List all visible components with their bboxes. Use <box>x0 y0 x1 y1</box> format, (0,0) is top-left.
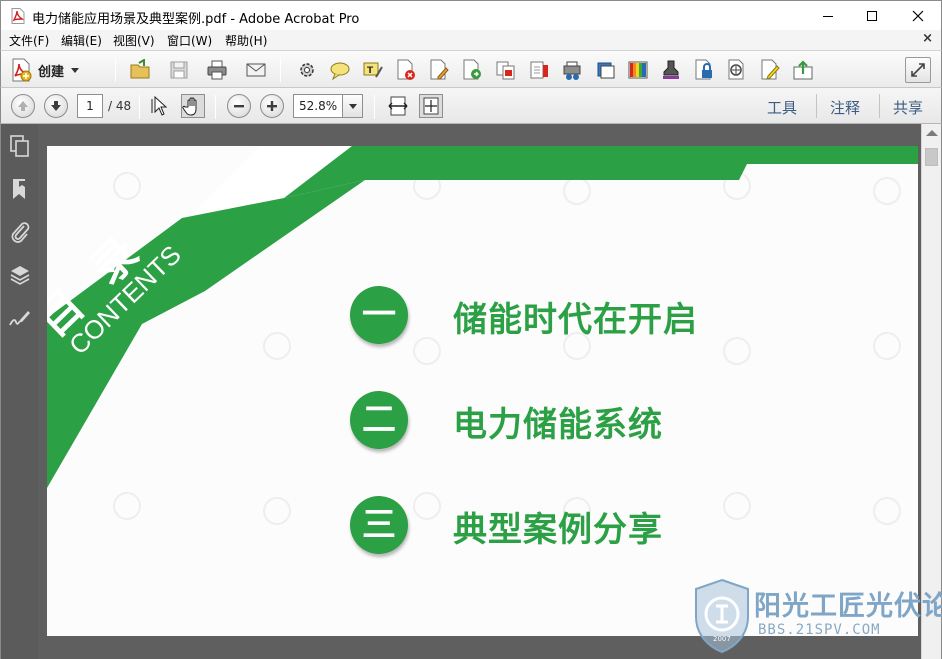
minimize-icon <box>823 16 833 17</box>
open-folder-icon[interactable] <box>129 59 151 81</box>
fit-width-icon[interactable] <box>387 95 409 117</box>
expand-icon <box>911 63 925 77</box>
edit-pdf-icon[interactable] <box>428 59 450 81</box>
title-bar: 电力储能应用场景及典型案例.pdf - Adobe Acrobat Pro <box>0 0 942 30</box>
fit-page-icon[interactable] <box>419 94 443 118</box>
plus-icon <box>267 101 277 111</box>
combine-icon[interactable] <box>495 59 517 81</box>
toolbar-divider <box>280 58 281 82</box>
toolbar-divider <box>215 95 216 119</box>
main-toolbar: 创建 T <box>0 50 942 88</box>
share-icon[interactable] <box>792 59 814 81</box>
stamp-icon[interactable] <box>660 59 682 81</box>
logo-year: 2007 <box>713 635 731 643</box>
menu-bar: 文件(F) 编辑(E) 视图(V) 窗口(W) 帮助(H) × <box>0 30 942 50</box>
protect-icon[interactable] <box>693 59 715 81</box>
chevron-down-icon <box>348 103 357 109</box>
create-pdf-icon <box>12 58 32 82</box>
export-pdf-icon[interactable] <box>461 59 483 81</box>
scroll-up-arrow-icon[interactable] <box>926 130 938 136</box>
toc-number-badge: 二 <box>350 391 408 449</box>
highlight-icon[interactable]: T <box>362 59 384 81</box>
toolbar-divider <box>816 94 817 118</box>
arrow-up-icon <box>18 101 28 111</box>
page-thumbnails-icon[interactable] <box>8 134 32 158</box>
watermark-title: 阳光工匠光伏论坛 <box>754 591 942 622</box>
comment-pane-link[interactable]: 注释 <box>830 97 860 118</box>
color-bars-icon[interactable] <box>627 59 649 81</box>
maximize-button[interactable] <box>849 1 895 31</box>
scrollbar-thumb[interactable] <box>925 148 938 166</box>
crop-icon[interactable] <box>594 59 616 81</box>
previous-page-button[interactable] <box>11 94 35 118</box>
close-document-button[interactable]: × <box>922 31 933 46</box>
maximize-icon <box>867 11 877 21</box>
attachments-icon[interactable] <box>8 220 32 244</box>
toolbar-divider <box>139 95 140 119</box>
menu-window[interactable]: 窗口(W) <box>167 32 212 49</box>
settings-gear-icon[interactable] <box>296 59 318 81</box>
share-pane-link[interactable]: 共享 <box>893 97 923 118</box>
email-icon[interactable] <box>245 59 267 81</box>
zoom-dropdown-button[interactable] <box>342 94 363 118</box>
menu-view[interactable]: 视图(V) <box>113 32 155 49</box>
chevron-down-icon <box>71 67 80 73</box>
toc-number-badge: 三 <box>350 496 408 554</box>
page-number-input[interactable]: 1 <box>77 94 103 118</box>
minus-icon <box>234 105 244 108</box>
menu-help[interactable]: 帮助(H) <box>225 32 267 49</box>
menu-edit[interactable]: 编辑(E) <box>61 32 102 49</box>
shield-logo-icon: 2007 <box>695 578 749 654</box>
sign-icon[interactable] <box>759 59 781 81</box>
page-count: / 48 <box>108 99 132 113</box>
print-production-icon[interactable] <box>561 59 583 81</box>
menu-file[interactable]: 文件(F) <box>9 32 49 49</box>
insert-icon[interactable] <box>528 59 550 81</box>
delete-pdf-icon[interactable] <box>395 59 417 81</box>
toolbar-divider <box>879 94 880 118</box>
next-page-button[interactable] <box>44 94 68 118</box>
toc-item-title: 储能时代在开启 <box>453 300 698 340</box>
close-icon <box>912 10 924 22</box>
toolbar-divider <box>115 58 116 82</box>
navigation-pane <box>0 124 38 659</box>
toc-item-title: 典型案例分享 <box>453 510 663 550</box>
svg-text:T: T <box>367 66 374 76</box>
create-label: 创建 <box>38 64 65 80</box>
minimize-button[interactable] <box>805 1 851 31</box>
zoom-level-input[interactable]: 52.8% <box>293 94 343 118</box>
comment-icon[interactable] <box>329 59 351 81</box>
forum-watermark: 2007 阳光工匠光伏论坛 BBS.21SPV.COM <box>690 578 942 656</box>
create-button[interactable]: 创建 <box>10 56 102 84</box>
select-cursor-icon[interactable] <box>149 95 171 117</box>
zoom-out-button[interactable] <box>227 94 251 118</box>
toc-item-title: 电力储能系统 <box>453 405 663 445</box>
pdf-page: 目 录 CONTENTS 一 储能时代在开启 二 电力储能系统 三 典型案例分享 <box>47 146 918 636</box>
print-icon[interactable] <box>206 59 228 81</box>
green-diagonal-banner <box>47 146 918 488</box>
acrobat-pdf-icon <box>11 8 25 24</box>
save-icon[interactable] <box>168 59 190 81</box>
navigation-toolbar: 1 / 48 52.8% 工具 注释 共享 <box>0 88 942 124</box>
full-screen-button[interactable] <box>905 57 931 83</box>
signatures-icon[interactable] <box>8 306 32 330</box>
layers-icon[interactable] <box>8 263 32 287</box>
close-window-button[interactable] <box>895 1 941 31</box>
toc-number-badge: 一 <box>350 286 408 344</box>
zoom-in-button[interactable] <box>260 94 284 118</box>
bookmarks-icon[interactable] <box>8 177 32 201</box>
tools-pane-link[interactable]: 工具 <box>767 97 797 118</box>
toolbar-divider <box>374 95 375 119</box>
arrow-down-icon <box>51 101 61 111</box>
watermark-url: BBS.21SPV.COM <box>758 622 881 638</box>
window-title: 电力储能应用场景及典型案例.pdf - Adobe Acrobat Pro <box>32 12 360 27</box>
redact-icon[interactable] <box>726 59 748 81</box>
hand-tool-icon[interactable] <box>181 94 205 118</box>
